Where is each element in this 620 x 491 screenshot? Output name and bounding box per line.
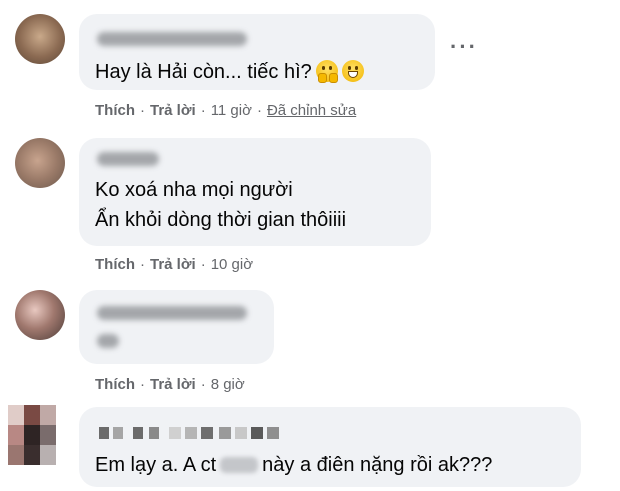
avatar[interactable] bbox=[0, 405, 72, 465]
separator: · bbox=[140, 376, 145, 393]
comment-bubble: Hay là Hải còn... tiếc hì? bbox=[79, 14, 435, 90]
separator: · bbox=[256, 102, 262, 119]
reply-button[interactable]: Trả lời bbox=[150, 256, 196, 273]
comment-actions: Thích · Trả lời · 10 giờ bbox=[95, 256, 253, 273]
face-with-hand-over-mouth-icon bbox=[315, 60, 338, 83]
avatar[interactable] bbox=[15, 290, 65, 340]
avatar[interactable] bbox=[15, 138, 65, 188]
comment-text-line: Ko xoá nha mọi người bbox=[95, 179, 293, 201]
censored-text-blur bbox=[220, 457, 259, 473]
comment-actions: Thích · Trả lời · 8 giờ bbox=[95, 376, 245, 393]
timestamp[interactable]: 10 giờ bbox=[211, 256, 253, 273]
timestamp[interactable]: 8 giờ bbox=[211, 376, 245, 393]
commenter-name-blurred[interactable] bbox=[97, 32, 247, 46]
separator: · bbox=[140, 256, 145, 273]
separator: · bbox=[200, 256, 206, 273]
grinning-face-icon bbox=[341, 60, 364, 82]
comment-bubble: Ko xoá nha mọi người Ẩn khỏi dòng thời g… bbox=[79, 138, 431, 246]
comment-text-line: Ẩn khỏi dòng thời gian thôiiii bbox=[95, 209, 347, 231]
edited-label[interactable]: Đã chỉnh sửa bbox=[267, 102, 356, 119]
avatar[interactable] bbox=[15, 14, 65, 64]
comment-text-line: này a điên nặng rồi ak??? bbox=[262, 454, 493, 476]
comment-actions: Thích · Trả lời · 11 giờ · Đã chỉnh sửa bbox=[95, 102, 356, 119]
reply-button[interactable]: Trả lời bbox=[150, 102, 196, 119]
like-button[interactable]: Thích bbox=[95, 256, 135, 273]
comment-text-line: Em lạy a. A ct bbox=[95, 454, 217, 476]
separator: · bbox=[200, 102, 206, 119]
commenter-name-blurred[interactable] bbox=[99, 425, 279, 441]
timestamp[interactable]: 11 giờ bbox=[211, 102, 252, 119]
commenter-name-blurred[interactable] bbox=[97, 306, 247, 320]
comment-bubble bbox=[79, 290, 274, 364]
like-button[interactable]: Thích bbox=[95, 102, 135, 119]
more-options-icon[interactable]: ··· bbox=[450, 36, 478, 58]
commenter-name-blurred[interactable] bbox=[97, 334, 119, 348]
separator: · bbox=[200, 376, 206, 393]
comment-text: Hay là Hải còn... tiếc hì? bbox=[95, 60, 364, 84]
comment-bubble: Em lạy a. A ct này a điên nặng rồi ak??? bbox=[79, 407, 581, 487]
reply-button[interactable]: Trả lời bbox=[150, 376, 196, 393]
separator: · bbox=[140, 102, 145, 119]
like-button[interactable]: Thích bbox=[95, 376, 135, 393]
commenter-name-blurred[interactable] bbox=[97, 152, 159, 166]
comment-text-line: Hay là Hải còn... tiếc hì? bbox=[95, 61, 312, 83]
comment-text: Em lạy a. A ct này a điên nặng rồi ak??? bbox=[95, 453, 492, 477]
